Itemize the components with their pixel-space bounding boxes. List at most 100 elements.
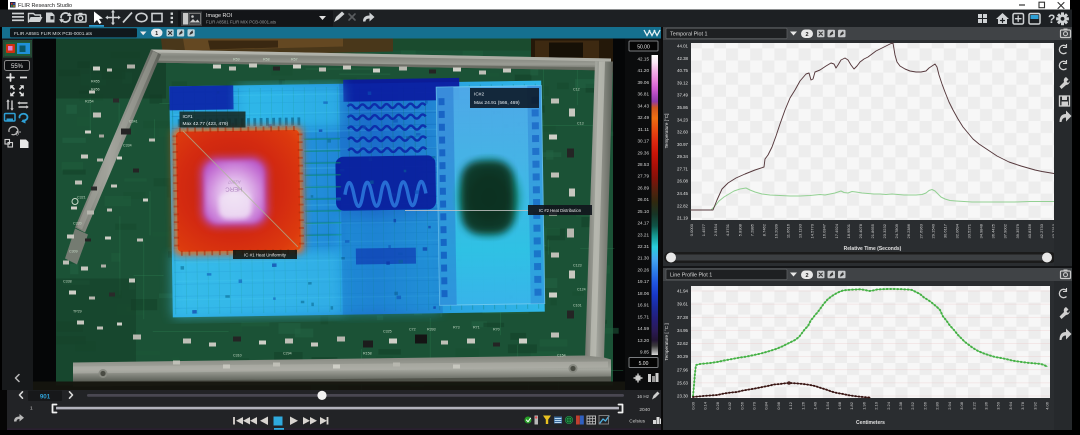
svg-text:R71: R71 — [473, 326, 480, 330]
svg-text:Centimeters: Centimeters — [856, 420, 885, 426]
svg-text:0.70: 0.70 — [752, 401, 757, 410]
svg-text:17.4924: 17.4924 — [834, 223, 839, 238]
svg-text:14.5770: 14.5770 — [810, 223, 815, 238]
svg-text:2.94: 2.94 — [947, 401, 952, 410]
svg-text:R455: R455 — [91, 80, 100, 84]
svg-text:C325: C325 — [383, 330, 392, 334]
svg-text:0°: 0° — [16, 132, 22, 138]
svg-text:C12: C12 — [573, 88, 580, 92]
svg-text:27.71: 27.71 — [677, 166, 689, 171]
svg-text:R57: R57 — [291, 58, 298, 62]
svg-text:5.8308: 5.8308 — [737, 223, 742, 236]
svg-text:23.21: 23.21 — [638, 232, 650, 237]
svg-text:29.36: 29.36 — [638, 150, 650, 155]
svg-text:IC#2: IC#2 — [474, 92, 484, 98]
svg-text:TP29: TP29 — [73, 310, 82, 314]
svg-text:R158: R158 — [363, 352, 372, 356]
svg-text:1.68: 1.68 — [837, 401, 842, 410]
svg-text:2.80: 2.80 — [935, 401, 940, 410]
svg-text:41.94: 41.94 — [677, 289, 689, 294]
svg-text:Max 42.77 (423, 479): Max 42.77 (423, 479) — [183, 121, 229, 127]
svg-text:19.17: 19.17 — [638, 279, 650, 284]
svg-text:1: 1 — [30, 406, 33, 412]
svg-text:1.96: 1.96 — [861, 401, 866, 410]
svg-text:39.12: 39.12 — [677, 81, 689, 86]
svg-text:0.00: 0.00 — [691, 401, 696, 410]
svg-text:?: ? — [1048, 12, 1055, 26]
svg-text:10.2039: 10.2039 — [774, 223, 779, 238]
svg-text:4.3731: 4.3731 — [725, 223, 730, 236]
svg-text:1.40: 1.40 — [813, 401, 818, 410]
svg-text:0.14: 0.14 — [703, 401, 708, 410]
svg-text:26.08: 26.08 — [677, 179, 689, 184]
svg-text:2.66: 2.66 — [922, 401, 927, 410]
svg-text:0.28: 0.28 — [715, 401, 720, 410]
svg-text:25.10: 25.10 — [638, 209, 650, 214]
svg-text:C154: C154 — [557, 354, 566, 358]
svg-text:20.4078: 20.4078 — [858, 223, 863, 238]
svg-text:1.12: 1.12 — [788, 401, 793, 410]
svg-text:1.54: 1.54 — [825, 401, 830, 410]
svg-text:30.97: 30.97 — [677, 142, 689, 147]
svg-text:Temporal Plot 1: Temporal Plot 1 — [670, 32, 707, 38]
svg-text:Temperature [ °C ]: Temperature [ °C ] — [664, 323, 669, 360]
svg-text:22.82: 22.82 — [677, 203, 689, 208]
svg-text:39.06: 39.06 — [638, 80, 650, 85]
svg-text:2.9154: 2.9154 — [713, 223, 718, 236]
svg-text:3.92: 3.92 — [1032, 401, 1037, 410]
svg-text:37.28: 37.28 — [677, 315, 689, 320]
svg-text:21.30: 21.30 — [638, 256, 650, 261]
svg-text:14.59: 14.59 — [638, 326, 650, 331]
svg-text:3.50: 3.50 — [996, 401, 1001, 410]
svg-text:3.36: 3.36 — [984, 401, 989, 410]
svg-text:0.56: 0.56 — [739, 401, 744, 410]
svg-text:C13: C13 — [577, 122, 584, 126]
svg-text:21.19: 21.19 — [677, 216, 689, 221]
svg-text:11.6616: 11.6616 — [786, 223, 791, 238]
svg-text:13.1193: 13.1193 — [798, 223, 803, 238]
svg-text:2: 2 — [805, 273, 808, 279]
svg-text:16 Hz: 16 Hz — [637, 394, 650, 399]
svg-text:0.84: 0.84 — [764, 401, 769, 410]
svg-text:3.08: 3.08 — [959, 401, 964, 410]
svg-text:1.82: 1.82 — [849, 401, 854, 410]
svg-text:23.3232: 23.3232 — [882, 223, 887, 238]
svg-text:C309: C309 — [69, 250, 78, 254]
svg-text:4.06: 4.06 — [1045, 401, 1050, 410]
svg-text:FLIR Research Studio: FLIR Research Studio — [18, 3, 72, 9]
svg-text:0.98: 0.98 — [776, 401, 781, 410]
svg-text:22.31: 22.31 — [638, 244, 650, 249]
svg-text:C294: C294 — [283, 352, 292, 356]
svg-text:42.15: 42.15 — [638, 57, 650, 62]
svg-text:37.9002: 37.9002 — [1003, 223, 1008, 238]
svg-text:2: 2 — [805, 32, 808, 38]
svg-text:21.8655: 21.8655 — [870, 223, 875, 238]
svg-text:C338: C338 — [63, 280, 72, 284]
svg-text:7.2885: 7.2885 — [749, 223, 754, 236]
svg-text:24.45: 24.45 — [677, 191, 689, 196]
svg-text:32.0694: 32.0694 — [955, 223, 960, 238]
svg-text:2.24: 2.24 — [886, 401, 891, 410]
svg-text:29.34: 29.34 — [677, 154, 689, 159]
svg-text:23.30: 23.30 — [677, 394, 689, 399]
svg-text:0.42: 0.42 — [727, 401, 732, 410]
svg-text:32.49: 32.49 — [638, 115, 650, 120]
svg-text:16.0347: 16.0347 — [822, 223, 827, 238]
svg-text:16.91: 16.91 — [638, 303, 650, 308]
svg-text:13.20: 13.20 — [638, 338, 650, 343]
svg-text:Temperature [°C]: Temperature [°C] — [664, 114, 669, 149]
svg-text:15.71: 15.71 — [638, 314, 650, 319]
svg-text:42.2733: 42.2733 — [1039, 223, 1044, 238]
svg-text:2.52: 2.52 — [910, 401, 915, 410]
svg-text:3.64: 3.64 — [1008, 401, 1013, 410]
svg-text:Relative Time (Seconds): Relative Time (Seconds) — [844, 246, 902, 252]
svg-text:3.22: 3.22 — [971, 401, 976, 410]
svg-text:Line Profile Plot 1: Line Profile Plot 1 — [670, 273, 712, 279]
svg-text:R73: R73 — [453, 326, 460, 330]
svg-text:C72: C72 — [409, 328, 416, 332]
svg-text:26.01: 26.01 — [638, 197, 650, 202]
svg-text:C341: C341 — [129, 120, 138, 124]
svg-text:30.17: 30.17 — [638, 139, 650, 144]
svg-text:32.62: 32.62 — [677, 341, 689, 346]
svg-text:Image ROI: Image ROI — [206, 13, 232, 19]
